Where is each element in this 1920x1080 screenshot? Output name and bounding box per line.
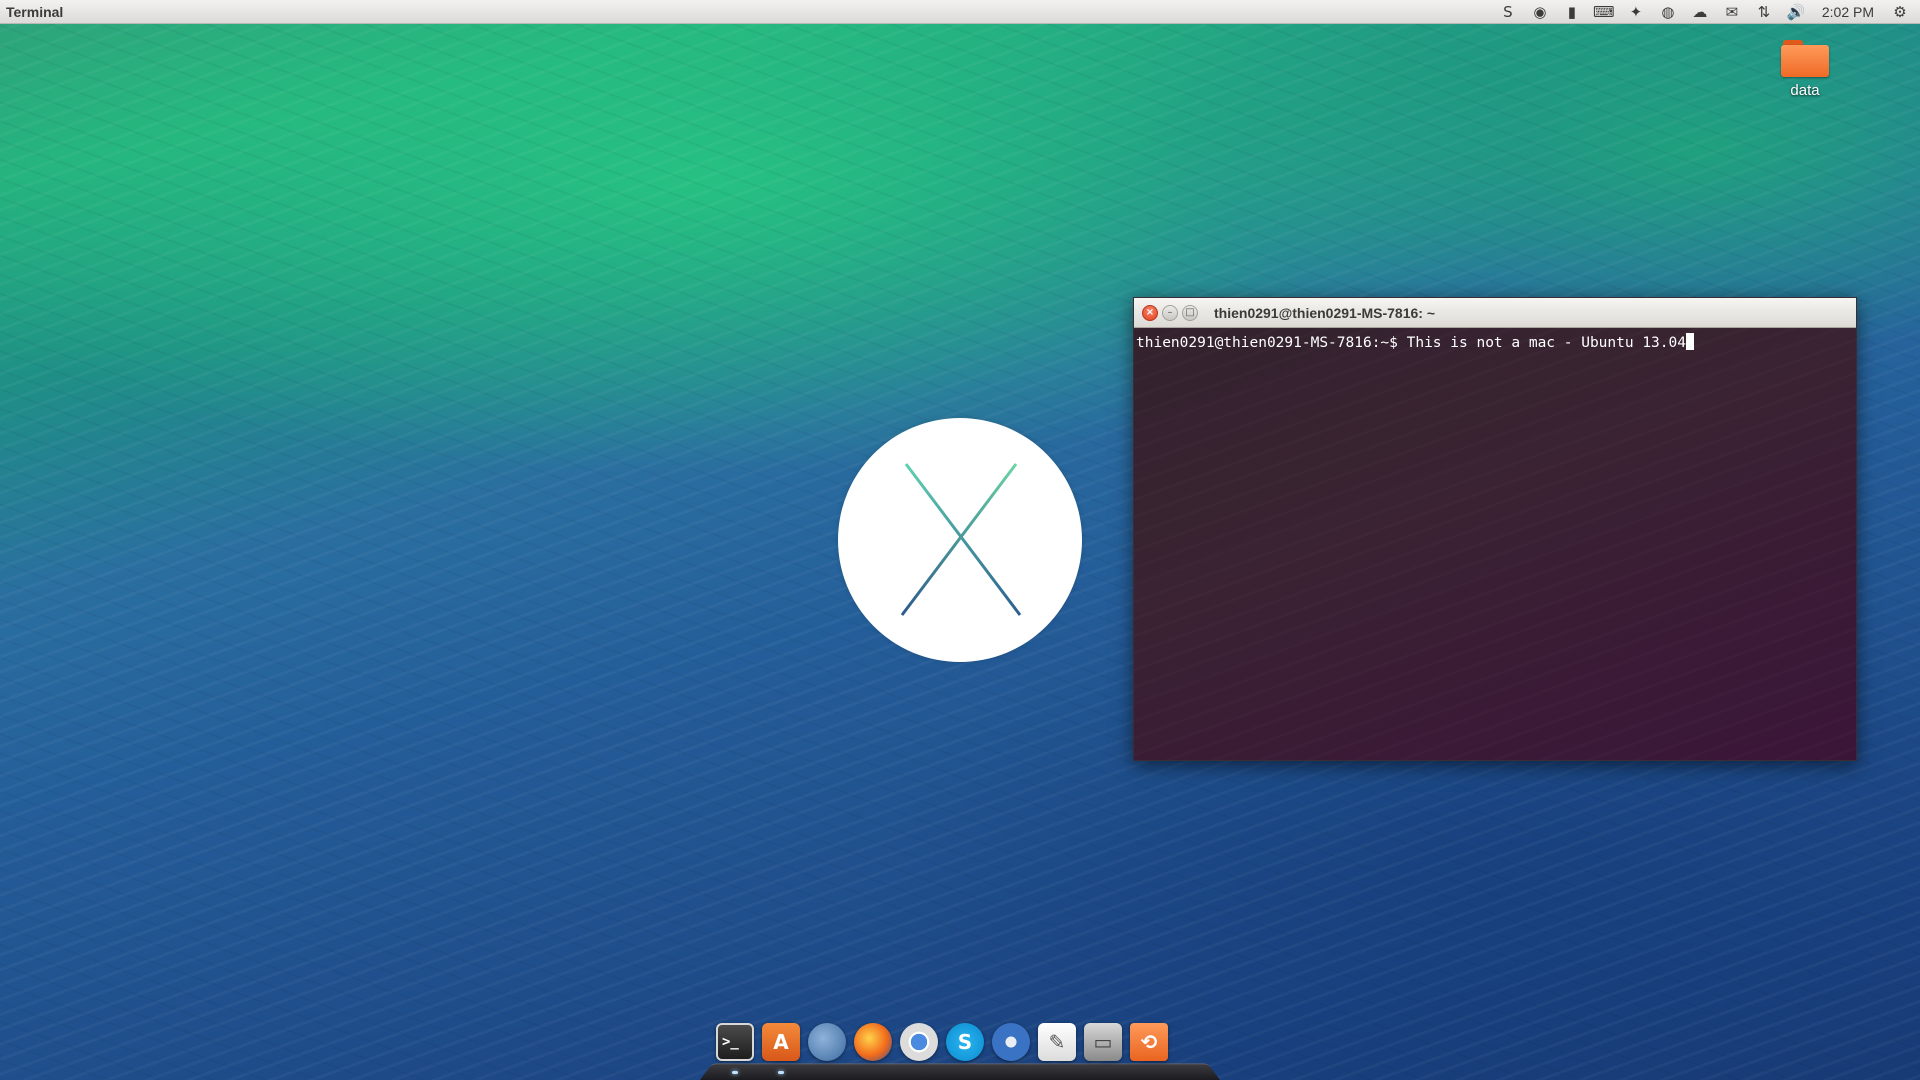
terminal-window[interactable]: × – □ thien0291@thien0291-MS-7816: ~ thi… [1133, 297, 1857, 761]
folder-icon [1781, 38, 1829, 78]
dock-firefox-icon [854, 1023, 892, 1061]
top-panel: Terminal S ◉ ▮ ⌨ ✦ ◍ ☁ ✉ ⇅ 🔊 2:02 PM ⚙ [0, 0, 1920, 24]
indicator-area: S ◉ ▮ ⌨ ✦ ◍ ☁ ✉ ⇅ 🔊 2:02 PM ⚙ [1494, 0, 1914, 24]
cloud-indicator-icon[interactable]: ☁ [1686, 1, 1714, 23]
dock-chrome-item[interactable] [898, 1020, 940, 1064]
active-app-name: Terminal [6, 3, 64, 20]
dock-software-center-icon: A [762, 1023, 800, 1061]
keyboard-indicator-icon[interactable]: ⌨ [1590, 1, 1618, 23]
terminal-line: thien0291@thien0291-MS-7816:~$ This is n… [1136, 333, 1854, 351]
dock: >_ A S ✎ ▭ ⟲ [700, 1020, 1220, 1080]
minimize-button[interactable]: – [1162, 304, 1178, 321]
dock-textedit-item[interactable]: ✎ [1036, 1020, 1078, 1064]
network-indicator-icon[interactable]: ⇅ [1750, 1, 1778, 23]
dropbox-indicator-icon[interactable]: ✦ [1622, 1, 1650, 23]
clock[interactable]: 2:02 PM [1814, 4, 1882, 20]
battery-indicator-icon[interactable]: ▮ [1558, 1, 1586, 23]
volume-indicator-icon[interactable]: 🔊 [1782, 1, 1810, 23]
browser-indicator-icon[interactable]: ◍ [1654, 1, 1682, 23]
dock-time-machine-icon: ⟲ [1130, 1023, 1168, 1061]
dock-terminal-icon: >_ [716, 1023, 754, 1061]
running-indicator [732, 1071, 738, 1074]
dock-file-cabinet-item[interactable]: ▭ [1082, 1020, 1124, 1064]
dock-terminal-item[interactable]: >_ [714, 1020, 756, 1074]
window-controls: × – □ [1142, 304, 1198, 321]
update-indicator-icon[interactable]: ◉ [1526, 1, 1554, 23]
dock-firefox-item[interactable] [852, 1020, 894, 1064]
dock-thunderbird-icon [808, 1023, 846, 1061]
dock-time-machine-item[interactable]: ⟲ [1128, 1020, 1170, 1064]
close-button[interactable]: × [1142, 304, 1158, 321]
maximize-button[interactable]: □ [1182, 304, 1198, 321]
mail-indicator-icon[interactable]: ✉ [1718, 1, 1746, 23]
terminal-output[interactable]: thien0291@thien0291-MS-7816:~$ This is n… [1134, 328, 1856, 760]
session-gear-icon[interactable]: ⚙ [1886, 1, 1914, 23]
running-indicator [778, 1071, 784, 1074]
dock-file-cabinet-icon: ▭ [1084, 1023, 1122, 1061]
skype-indicator-icon[interactable]: S [1494, 1, 1522, 23]
x-logo-icon [900, 463, 1022, 616]
dock-textedit-icon: ✎ [1038, 1023, 1076, 1061]
terminal-line-text: thien0291@thien0291-MS-7816:~$ This is n… [1136, 335, 1686, 351]
desktop-folder-data[interactable]: data [1772, 38, 1838, 99]
folder-body [1781, 45, 1829, 77]
dock-thunderbird-item[interactable] [806, 1020, 848, 1064]
terminal-titlebar[interactable]: × – □ thien0291@thien0291-MS-7816: ~ [1134, 298, 1856, 328]
dock-skype-icon: S [946, 1023, 984, 1061]
dock-items: >_ A S ✎ ▭ ⟲ [714, 1020, 1170, 1074]
dock-safari-icon [992, 1023, 1030, 1061]
dock-chrome-icon [900, 1023, 938, 1061]
text-cursor [1685, 333, 1694, 350]
dock-skype-item[interactable]: S [944, 1020, 986, 1064]
dock-safari-item[interactable] [990, 1020, 1032, 1064]
mac-x-logo [838, 418, 1082, 662]
window-title: thien0291@thien0291-MS-7816: ~ [1214, 304, 1436, 321]
dock-software-center-item[interactable]: A [760, 1020, 802, 1074]
desktop-folder-label: data [1790, 82, 1820, 99]
